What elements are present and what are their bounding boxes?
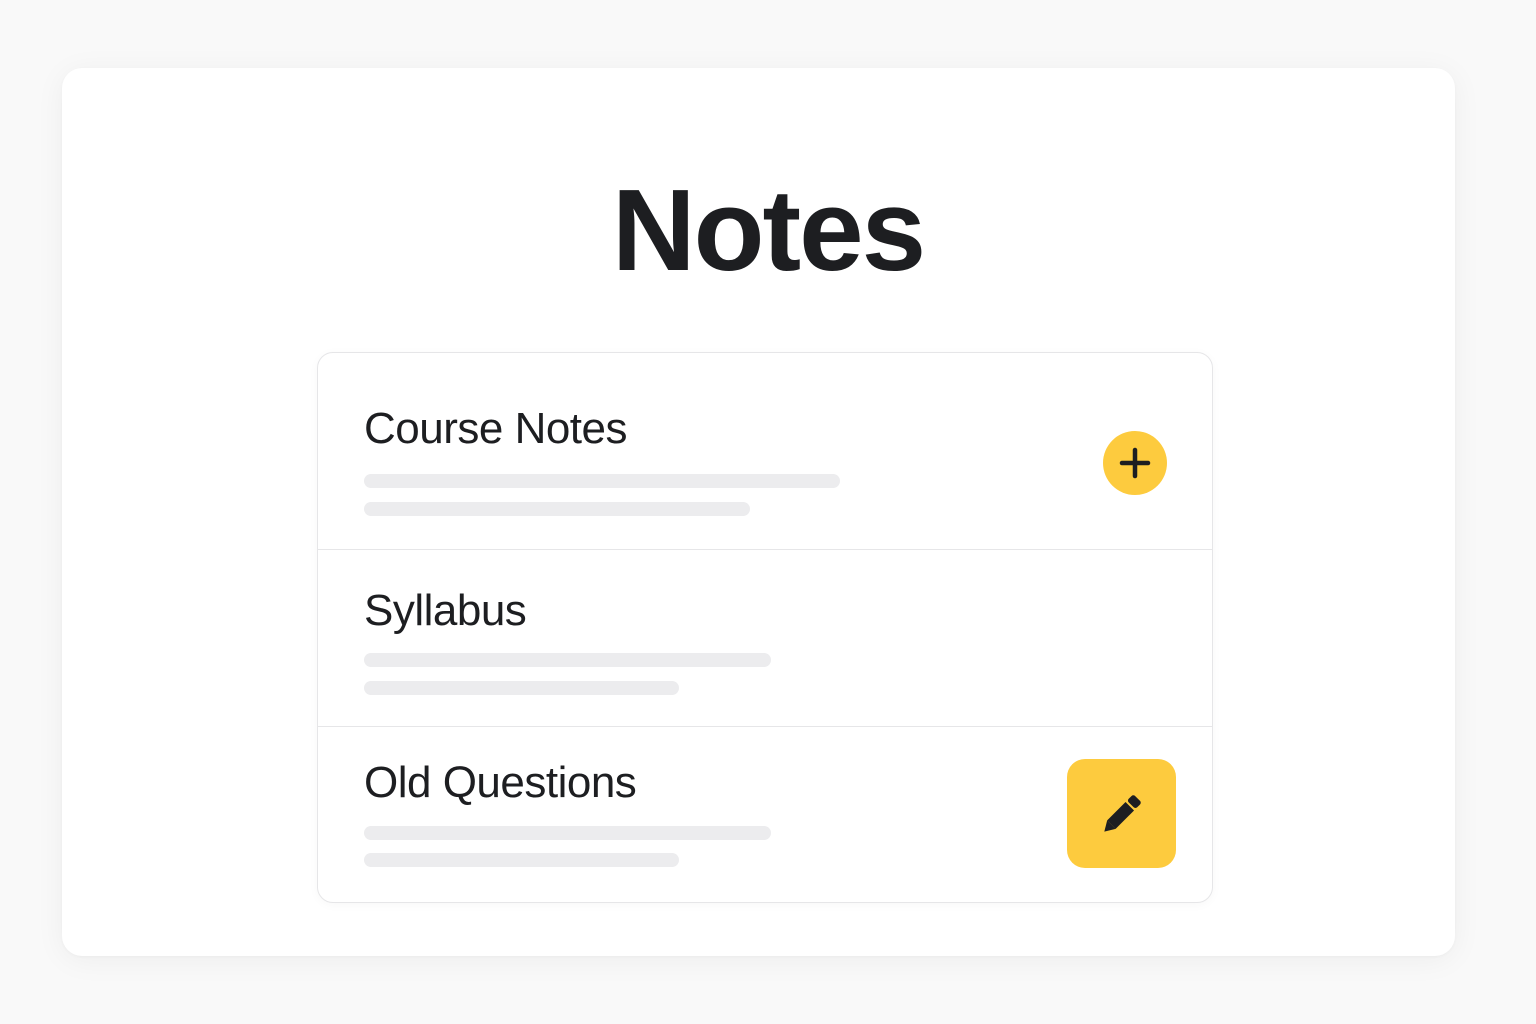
note-preview-line — [364, 853, 679, 867]
note-item-old-questions[interactable]: Old Questions — [318, 727, 1212, 902]
note-preview-line — [364, 681, 679, 695]
edit-note-button[interactable] — [1067, 759, 1176, 868]
add-note-button[interactable] — [1103, 431, 1167, 495]
note-preview-line — [364, 502, 750, 516]
note-preview-line — [364, 474, 840, 488]
note-item-course-notes[interactable]: Course Notes — [318, 353, 1212, 550]
note-preview-line — [364, 653, 771, 667]
pencil-icon — [1103, 794, 1141, 832]
note-title: Course Notes — [364, 404, 628, 453]
note-title: Syllabus — [364, 586, 527, 635]
page-title: Notes — [611, 165, 926, 295]
plus-icon — [1119, 447, 1151, 479]
notes-list: Course Notes Syllabus Old Questions — [317, 352, 1213, 903]
note-preview-line — [364, 826, 771, 840]
note-title: Old Questions — [364, 758, 637, 807]
note-item-syllabus[interactable]: Syllabus — [318, 550, 1212, 727]
